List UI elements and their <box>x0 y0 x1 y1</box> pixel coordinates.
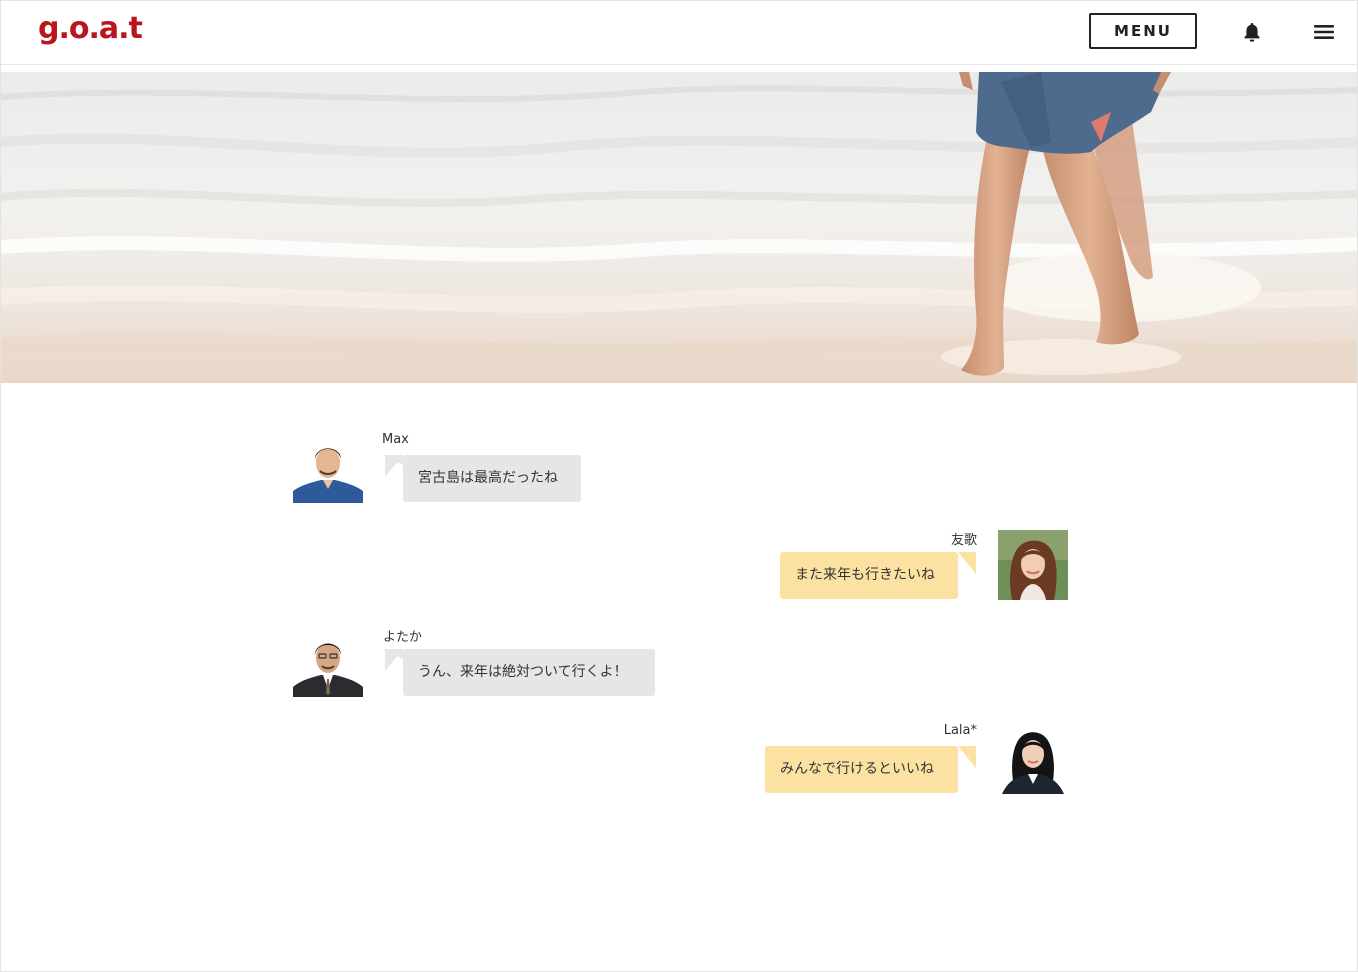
avatar-yotaka <box>293 627 363 697</box>
chat-bubble-yotaka: うん、来年は絶対ついて行くよ！ <box>383 649 655 696</box>
chat-name-yuka: 友歌 <box>950 533 977 548</box>
hamburger-menu-icon[interactable] <box>1313 23 1335 41</box>
man-suit-avatar <box>293 627 363 697</box>
avatar-lala <box>998 724 1068 794</box>
man-blue-shirt-avatar <box>293 433 363 503</box>
hero-image <box>1 72 1357 383</box>
bell-icon[interactable] <box>1241 21 1263 43</box>
chat-bubble-max: 宮古島は最高だったね <box>383 455 581 502</box>
page: g.o.a.t MENU Max 宮古島は最高だったね 友歌 また来年も行きたい… <box>0 0 1358 972</box>
woman-long-hair-avatar <box>998 530 1068 600</box>
woman-black-hair-avatar <box>998 724 1068 794</box>
site-logo[interactable]: g.o.a.t <box>38 11 143 46</box>
chat-bubble-yuka: また来年も行きたいね <box>780 552 976 599</box>
chat-name-yotaka: よたか <box>383 630 423 645</box>
beach-photo <box>1 72 1357 383</box>
chat-bubble-lala: みんなで行けるといいね <box>765 746 976 793</box>
avatar-yuka <box>998 530 1068 600</box>
menu-button[interactable]: MENU <box>1089 13 1197 49</box>
site-header: g.o.a.t MENU <box>1 1 1357 65</box>
chat-name-lala: Lala* <box>943 723 977 738</box>
chat-name-max: Max <box>382 432 409 447</box>
avatar-max <box>293 433 363 503</box>
